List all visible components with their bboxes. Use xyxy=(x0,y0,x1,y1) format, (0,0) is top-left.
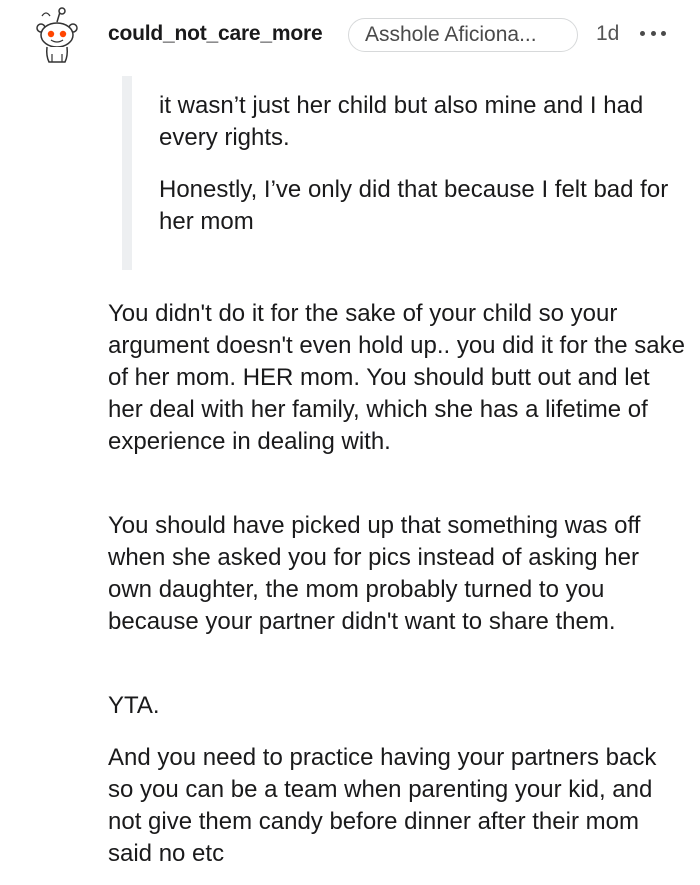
comment-timestamp[interactable]: 1d xyxy=(596,22,619,46)
more-dot xyxy=(640,30,645,36)
snoo-avatar-icon xyxy=(36,7,78,63)
user-flair-badge: Asshole Aficiona... xyxy=(348,18,578,52)
blockquote-bar xyxy=(122,76,132,270)
comment-author[interactable]: could_not_care_more xyxy=(108,22,323,46)
more-dot xyxy=(661,30,666,36)
more-dot xyxy=(650,30,656,36)
comment-paragraph: You should have picked up that something… xyxy=(108,512,641,635)
quote-paragraph: Honestly, I’ve only did that because I f… xyxy=(159,176,669,235)
comment-header: could_not_care_more Asshole Aficiona... … xyxy=(0,0,700,72)
avatar[interactable] xyxy=(34,6,80,64)
comment-paragraph: And you need to practice having your par… xyxy=(108,744,657,867)
comment-paragraph: YTA. xyxy=(108,692,160,719)
more-horizontal-icon[interactable] xyxy=(640,20,666,46)
comment-paragraph: You didn't do it for the sake of your ch… xyxy=(108,300,685,455)
quote-paragraph: it wasn’t just her child but also mine a… xyxy=(159,92,644,151)
